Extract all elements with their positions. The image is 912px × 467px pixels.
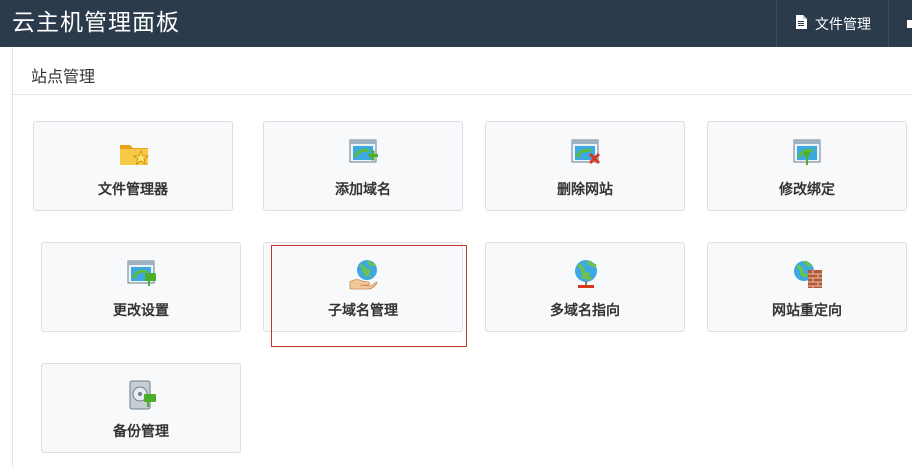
tile-label: 子域名管理	[328, 303, 398, 319]
top-bar: 云主机管理面板 文件管理	[0, 0, 912, 47]
more-nav-button[interactable]	[888, 0, 912, 47]
window-globe-tag-icon	[126, 258, 158, 290]
tile-delete-site[interactable]: 删除网站	[485, 121, 685, 211]
tile-label: 修改绑定	[779, 182, 835, 198]
tile-site-redirect[interactable]: 网站重定向	[707, 242, 907, 332]
globe-hand-icon	[348, 258, 380, 290]
file-manager-nav-button[interactable]: 文件管理	[776, 0, 888, 47]
tile-label: 添加域名	[335, 182, 391, 198]
folder-star-icon	[118, 137, 150, 169]
panel-header: 站点管理	[13, 47, 911, 95]
menu-icon	[907, 14, 912, 33]
tile-label: 多域名指向	[550, 303, 620, 319]
file-manager-nav-label: 文件管理	[815, 16, 871, 33]
tile-file-manager[interactable]: 文件管理器	[33, 121, 233, 211]
disk-backup-icon	[126, 379, 158, 411]
tile-modify-binding[interactable]: 修改绑定	[707, 121, 907, 211]
tile-label: 删除网站	[557, 182, 613, 198]
document-icon	[795, 14, 807, 33]
app-title: 云主机管理面板	[12, 10, 180, 36]
tile-subdomain-management[interactable]: 子域名管理	[263, 242, 463, 332]
tile-label: 网站重定向	[772, 303, 842, 319]
window-globe-add-icon	[348, 137, 380, 169]
tile-change-settings[interactable]: 更改设置	[41, 242, 241, 332]
window-globe-person-icon	[792, 137, 824, 169]
panel-title: 站点管理	[31, 67, 96, 86]
window-globe-delete-icon	[570, 137, 602, 169]
globe-network-icon	[570, 258, 602, 290]
tile-backup-management[interactable]: 备份管理	[41, 363, 241, 453]
tile-multi-domain-pointing[interactable]: 多域名指向	[485, 242, 685, 332]
tile-label: 文件管理器	[98, 182, 168, 198]
tile-label: 备份管理	[113, 424, 169, 440]
globe-wall-icon	[792, 258, 824, 290]
tile-label: 更改设置	[113, 303, 169, 319]
tile-add-domain[interactable]: 添加域名	[263, 121, 463, 211]
